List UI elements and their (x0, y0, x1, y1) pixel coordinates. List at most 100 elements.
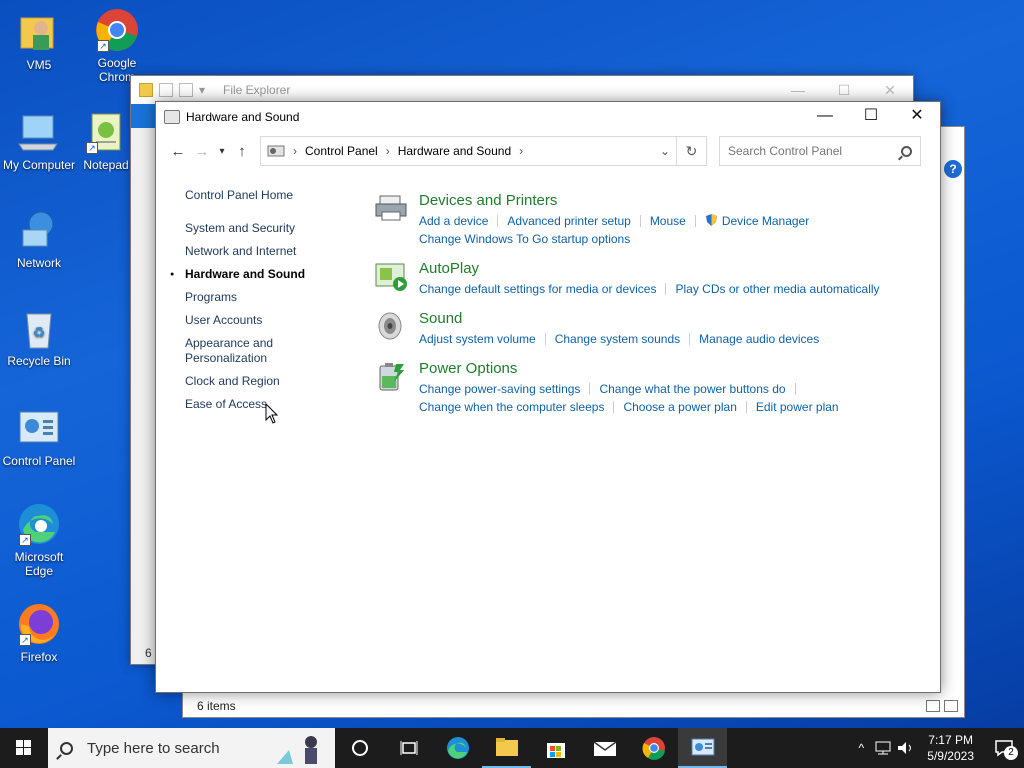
close-button[interactable]: ✕ (894, 102, 940, 132)
category-title[interactable]: Sound (419, 310, 819, 328)
refresh-button[interactable]: ↻ (677, 136, 707, 166)
sidebar-item-control-panel-home[interactable]: Control Panel Home (185, 188, 345, 203)
desktop-icon-vm5[interactable]: VM5 (0, 10, 78, 72)
link-choose-a-power-plan[interactable]: Choose a power plan (623, 400, 736, 414)
desktop-icon-chrome[interactable]: ↗ Google Chrom (78, 8, 156, 84)
desktop-icon-label: VM5 (26, 58, 52, 72)
file-explorer-titlebar[interactable]: ▾ File Explorer — ☐ ✕ (131, 76, 913, 104)
control-panel-icon (267, 145, 285, 157)
desktop-icon-my-computer[interactable]: My Computer (0, 110, 78, 172)
notification-count-badge: 2 (1004, 746, 1018, 760)
control-panel-window[interactable]: Hardware and Sound — ☐ ✕ ← → ▾ ↑ › Contr… (155, 101, 941, 693)
forward-button[interactable]: → (190, 143, 214, 160)
search-box[interactable] (719, 136, 921, 166)
details-view-icon[interactable] (926, 700, 940, 712)
link-change-system-sounds[interactable]: Change system sounds (555, 332, 680, 346)
chevron-down-icon[interactable]: ⌄ (654, 144, 676, 158)
category-title[interactable]: AutoPlay (419, 260, 880, 278)
network-icon[interactable] (873, 740, 895, 756)
link-manage-audio-devices[interactable]: Manage audio devices (699, 332, 819, 346)
new-folder-icon[interactable] (179, 83, 193, 97)
cortana-button[interactable] (335, 728, 384, 768)
task-view-button[interactable] (384, 728, 433, 768)
link-device-manager[interactable]: Device Manager (722, 214, 809, 228)
search-icon[interactable] (901, 145, 912, 157)
link-adjust-system-volume[interactable]: Adjust system volume (419, 332, 536, 346)
link-edit-power-plan[interactable]: Edit power plan (756, 400, 839, 414)
windows-logo-icon (16, 740, 31, 755)
maximize-button[interactable]: ☐ (848, 102, 894, 132)
link-change-what-the-power-buttons-do[interactable]: Change what the power buttons do (599, 382, 785, 396)
sidebar-item-clock-and-region[interactable]: Clock and Region (185, 374, 345, 389)
category-power-options: Power Options Change power-saving settin… (374, 360, 934, 416)
battery-icon (379, 363, 404, 391)
desktop-icon-recycle-bin[interactable]: ♻ Recycle Bin (0, 306, 78, 368)
computer-icon (17, 110, 61, 154)
chevron-down-icon[interactable]: ▾ (199, 83, 213, 97)
clock-time: 7:17 PM (928, 733, 973, 747)
link-change-windows-to-go-startup-options[interactable]: Change Windows To Go startup options (419, 232, 630, 246)
status-bar-text: 6 items (197, 699, 236, 713)
quick-access-toolbar[interactable]: ▾ (139, 83, 213, 97)
search-highlight-illustration-icon (277, 736, 317, 764)
desktop-icon-control-panel[interactable]: Control Panel (0, 406, 78, 468)
start-button[interactable] (0, 728, 48, 768)
minimize-button[interactable]: — (802, 102, 848, 132)
desktop-icon-label: Notepad (83, 158, 129, 172)
clock[interactable]: 7:17 PM 5/9/2023 (917, 732, 984, 764)
sidebar-item-user-accounts[interactable]: User Accounts (185, 313, 345, 328)
up-button[interactable]: ↑ (230, 143, 254, 160)
clock-date: 5/9/2023 (927, 749, 974, 763)
link-advanced-printer-setup[interactable]: Advanced printer setup (507, 214, 630, 228)
breadcrumb-separator-icon[interactable]: › (293, 144, 297, 158)
help-icon[interactable]: ? (944, 160, 962, 178)
control-panel-app-icon (164, 110, 180, 124)
breadcrumb-hardware-and-sound[interactable]: Hardware and Sound (398, 144, 511, 158)
category-title[interactable]: Devices and Printers (419, 192, 809, 210)
taskbar-control-panel-button[interactable] (678, 728, 727, 768)
desktop-icon-notepad[interactable]: ↗ Notepad (76, 110, 136, 172)
category-devices-and-printers: Devices and Printers Add a device Advance… (374, 192, 934, 248)
volume-icon[interactable] (895, 740, 917, 756)
search-input[interactable] (728, 144, 893, 158)
taskbar-file-explorer-button[interactable] (482, 728, 531, 768)
sidebar-item-appearance-and-personalization[interactable]: Appearance and Personalization (185, 336, 285, 366)
taskbar-search-box[interactable]: Type here to search (48, 728, 335, 768)
link-add-a-device[interactable]: Add a device (419, 214, 488, 228)
close-button[interactable]: ✕ (867, 82, 913, 99)
sidebar-item-system-and-security[interactable]: System and Security (185, 221, 345, 236)
minimize-button[interactable]: — (775, 82, 821, 99)
desktop-icon-network[interactable]: Network (0, 208, 78, 270)
link-play-cds-automatically[interactable]: Play CDs or other media automatically (675, 282, 879, 296)
taskbar-mail-button[interactable] (580, 728, 629, 768)
chevron-up-icon[interactable]: ^ (849, 741, 873, 755)
maximize-button[interactable]: ☐ (821, 82, 867, 99)
notifications-button[interactable]: 2 (984, 728, 1024, 768)
address-bar[interactable]: › Control Panel › Hardware and Sound › ⌄ (260, 136, 677, 166)
file-tab[interactable] (131, 104, 157, 128)
link-change-when-the-computer-sleeps[interactable]: Change when the computer sleeps (419, 400, 604, 414)
control-panel-titlebar[interactable]: Hardware and Sound — ☐ ✕ (156, 102, 940, 132)
link-mouse[interactable]: Mouse (650, 214, 686, 228)
taskbar: Type here to search ^ 7:17 PM 5/9/2023 2 (0, 728, 1024, 768)
properties-icon[interactable] (159, 83, 173, 97)
chrome-icon (642, 737, 665, 760)
large-icons-view-icon[interactable] (944, 700, 958, 712)
breadcrumb-separator-icon[interactable]: › (386, 144, 390, 158)
link-change-power-saving-settings[interactable]: Change power-saving settings (419, 382, 580, 396)
recent-locations-button[interactable]: ▾ (214, 146, 230, 157)
back-button[interactable]: ← (166, 143, 190, 160)
breadcrumb-separator-icon[interactable]: › (519, 144, 523, 158)
desktop-icon-edge[interactable]: ↗ Microsoft Edge (0, 502, 78, 578)
desktop-icon-firefox[interactable]: ↗ Firefox (0, 602, 78, 664)
link-change-default-settings-for-media[interactable]: Change default settings for media or dev… (419, 282, 656, 296)
taskbar-store-button[interactable] (531, 728, 580, 768)
navigation-bar: ← → ▾ ↑ › Control Panel › Hardware and S… (156, 132, 940, 170)
breadcrumb-control-panel[interactable]: Control Panel (305, 144, 378, 158)
category-title[interactable]: Power Options (419, 360, 839, 378)
taskbar-chrome-button[interactable] (629, 728, 678, 768)
taskbar-edge-button[interactable] (433, 728, 482, 768)
sidebar-item-network-and-internet[interactable]: Network and Internet (185, 244, 345, 259)
desktop-icon-label: Firefox (20, 650, 58, 664)
sidebar-item-programs[interactable]: Programs (185, 290, 345, 305)
